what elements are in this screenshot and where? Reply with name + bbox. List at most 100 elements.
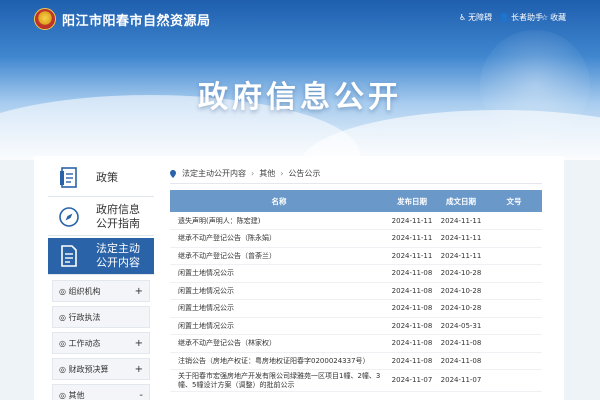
- sidebar-subitem-organization[interactable]: ◎ 组织机构 +: [52, 280, 150, 302]
- table-header-row: 名称 发布日期 成文日期 文号: [170, 190, 542, 212]
- sidebar-tab-label-line2: 公开指南: [96, 217, 140, 230]
- content-area: 法定主动公开内容 › 其他 › 公告公示 名称 发布日期 成文日期 文号 遗失声…: [170, 164, 542, 392]
- sidebar-tab-label-line1: 法定主动: [96, 242, 140, 255]
- sidebar-subitem-work-news[interactable]: ◎ 工作动态 +: [52, 332, 150, 354]
- expand-icon[interactable]: +: [135, 338, 143, 349]
- table-row[interactable]: 关于阳春市宏强房地产开发有限公司绿雅苑一区项目1幢、2幢、3幢、5幢设计方案（调…: [170, 369, 542, 392]
- accessibility-icon: ♿: [459, 13, 467, 22]
- row-title-link[interactable]: 闲置土地情况公示: [170, 317, 388, 335]
- top-bar: 阳江市阳春市自然资源局 ♿ 无障碍 👤 长者助手 ☆ 收藏: [0, 0, 600, 38]
- sidebar-tab-label: 政策: [96, 171, 118, 185]
- row-publish-date: 2024-11-08: [388, 264, 436, 283]
- row-title-link[interactable]: 注销公告（房地产权证：粤房地权证阳春字0200024337号）: [170, 352, 388, 370]
- table-row[interactable]: 闲置土地情况公示 2024-11-08 2024-10-28: [170, 264, 542, 283]
- row-written-date: 2024-11-11: [436, 229, 486, 248]
- accessibility-label: 无障碍: [468, 13, 493, 22]
- sidebar-tab-guide[interactable]: 政府信息 公开指南: [48, 199, 154, 236]
- row-written-date: 2024-11-07: [436, 369, 486, 392]
- table-row[interactable]: 闲置土地情况公示 2024-11-08 2024-05-31: [170, 317, 542, 335]
- policy-document-icon: [52, 161, 86, 195]
- sidebar-tab-label-line1: 政府信息: [96, 203, 140, 216]
- star-icon: ☆: [541, 13, 549, 22]
- sidebar-subitem-label: ◎ 行政执法: [59, 312, 101, 322]
- column-header-publish-date: 发布日期: [397, 196, 427, 206]
- row-title-link[interactable]: 闲置土地情况公示: [170, 282, 388, 300]
- elderly-assist-button[interactable]: 👤 长者助手: [499, 12, 543, 23]
- row-written-date: 2024-11-11: [436, 212, 486, 230]
- compass-icon: [52, 200, 86, 234]
- row-title-link[interactable]: 遗失声明(声明人：陈宏建): [170, 212, 388, 230]
- table-row[interactable]: 继承不动产登记公告（陈永娟） 2024-11-11 2024-11-11: [170, 229, 542, 248]
- sidebar-tab-mandatory-disclosure[interactable]: 法定主动 公开内容: [48, 238, 154, 275]
- breadcrumb-separator-icon: ›: [251, 169, 255, 178]
- favorite-label: 收藏: [550, 13, 567, 22]
- row-publish-date: 2024-11-08: [388, 317, 436, 335]
- sidebar-subitem-law-enforcement[interactable]: ◎ 行政执法: [52, 306, 150, 328]
- collapse-icon[interactable]: -: [139, 390, 143, 400]
- banner-title: 政府信息公开: [198, 80, 402, 115]
- announcement-table: 名称 发布日期 成文日期 文号 遗失声明(声明人：陈宏建) 2024-11-11…: [170, 190, 542, 392]
- sidebar-tab-policy[interactable]: 政策: [48, 160, 154, 197]
- row-doc-number: [486, 212, 542, 230]
- row-title-link[interactable]: 关于阳春市宏强房地产开发有限公司绿雅苑一区项目1幢、2幢、3幢、5幢设计方案（调…: [170, 369, 388, 392]
- row-doc-number: [486, 282, 542, 300]
- sidebar-subitem-other[interactable]: ◎ 其他 -: [52, 384, 150, 400]
- sidebar-subitem-label: ◎ 工作动态: [59, 338, 101, 348]
- row-title-link[interactable]: 继承不动产登记公告（曾荼兰）: [170, 247, 388, 265]
- row-doc-number: [486, 334, 542, 353]
- elderly-assist-label: 长者助手: [510, 13, 543, 22]
- row-publish-date: 2024-11-08: [388, 352, 436, 370]
- sidebar-tab-label: 法定主动 公开内容: [96, 242, 140, 270]
- row-doc-number: [486, 229, 542, 248]
- sidebar-tab-label: 政府信息 公开指南: [96, 203, 140, 231]
- column-header-doc-number: 文号: [506, 196, 522, 206]
- row-written-date: 2024-10-28: [436, 264, 486, 283]
- location-pin-icon: [170, 169, 176, 178]
- breadcrumb-item[interactable]: 法定主动公开内容: [182, 168, 246, 179]
- row-publish-date: 2024-11-11: [388, 212, 436, 230]
- row-doc-number: [486, 299, 542, 318]
- row-doc-number: [486, 317, 542, 335]
- column-header-written-date: 成文日期: [446, 196, 476, 206]
- row-written-date: 2024-11-08: [436, 352, 486, 370]
- row-written-date: 2024-05-31: [436, 317, 486, 335]
- breadcrumb: 法定主动公开内容 › 其他 › 公告公示: [170, 164, 542, 184]
- expand-icon[interactable]: +: [135, 364, 143, 375]
- row-doc-number: [486, 264, 542, 283]
- row-written-date: 2024-10-28: [436, 299, 486, 318]
- site-title[interactable]: 阳江市阳春市自然资源局: [62, 10, 211, 29]
- row-title-link[interactable]: 继承不动产登记公告（陈永娟）: [170, 229, 388, 248]
- table-row[interactable]: 继承不动产登记公告（林家权） 2024-11-08 2024-11-08: [170, 334, 542, 353]
- sidebar-subitem-budget[interactable]: ◎ 财政预决算 +: [52, 358, 150, 380]
- national-emblem-icon: [34, 8, 56, 30]
- row-written-date: 2024-10-28: [436, 282, 486, 300]
- row-publish-date: 2024-11-08: [388, 334, 436, 353]
- row-title-link[interactable]: 继承不动产登记公告（林家权）: [170, 334, 388, 353]
- row-title-link[interactable]: 闲置土地情况公示: [170, 264, 388, 283]
- breadcrumb-item[interactable]: 公告公示: [288, 168, 320, 179]
- sidebar-tab-label-line1: 政策: [96, 171, 118, 184]
- table-row[interactable]: 闲置土地情况公示 2024-11-08 2024-10-28: [170, 282, 542, 300]
- expand-icon[interactable]: +: [135, 286, 143, 297]
- breadcrumb-separator-icon: ›: [280, 169, 284, 178]
- row-written-date: 2024-11-08: [436, 334, 486, 353]
- table-row[interactable]: 注销公告（房地产权证：粤房地权证阳春字0200024337号） 2024-11-…: [170, 352, 542, 370]
- row-publish-date: 2024-11-08: [388, 299, 436, 318]
- row-publish-date: 2024-11-07: [388, 369, 436, 392]
- header-banner: 阳江市阳春市自然资源局 ♿ 无障碍 👤 长者助手 ☆ 收藏 政府信息公开: [0, 0, 600, 160]
- row-publish-date: 2024-11-11: [388, 229, 436, 248]
- row-title-link[interactable]: 闲置土地情况公示: [170, 299, 388, 318]
- table-row[interactable]: 闲置土地情况公示 2024-11-08 2024-10-28: [170, 299, 542, 318]
- breadcrumb-item[interactable]: 其他: [259, 168, 275, 179]
- table-row[interactable]: 遗失声明(声明人：陈宏建) 2024-11-11 2024-11-11: [170, 212, 542, 230]
- table-row[interactable]: 继承不动产登记公告（曾荼兰） 2024-11-11 2024-11-11: [170, 247, 542, 265]
- accessibility-button[interactable]: ♿ 无障碍: [459, 12, 492, 23]
- main-container: 政策 政府信息 公开指南 法定主动 公开内容 ◎ 组织机构 + ◎ 行政执法 ◎…: [34, 156, 564, 400]
- row-doc-number: [486, 352, 542, 370]
- sidebar-subitem-label: ◎ 其他: [59, 390, 85, 400]
- row-publish-date: 2024-11-08: [388, 282, 436, 300]
- row-doc-number: [486, 247, 542, 265]
- sidebar-subitem-label: ◎ 组织机构: [59, 286, 101, 296]
- favorite-button[interactable]: ☆ 收藏: [541, 12, 566, 23]
- column-header-name: 名称: [271, 196, 287, 206]
